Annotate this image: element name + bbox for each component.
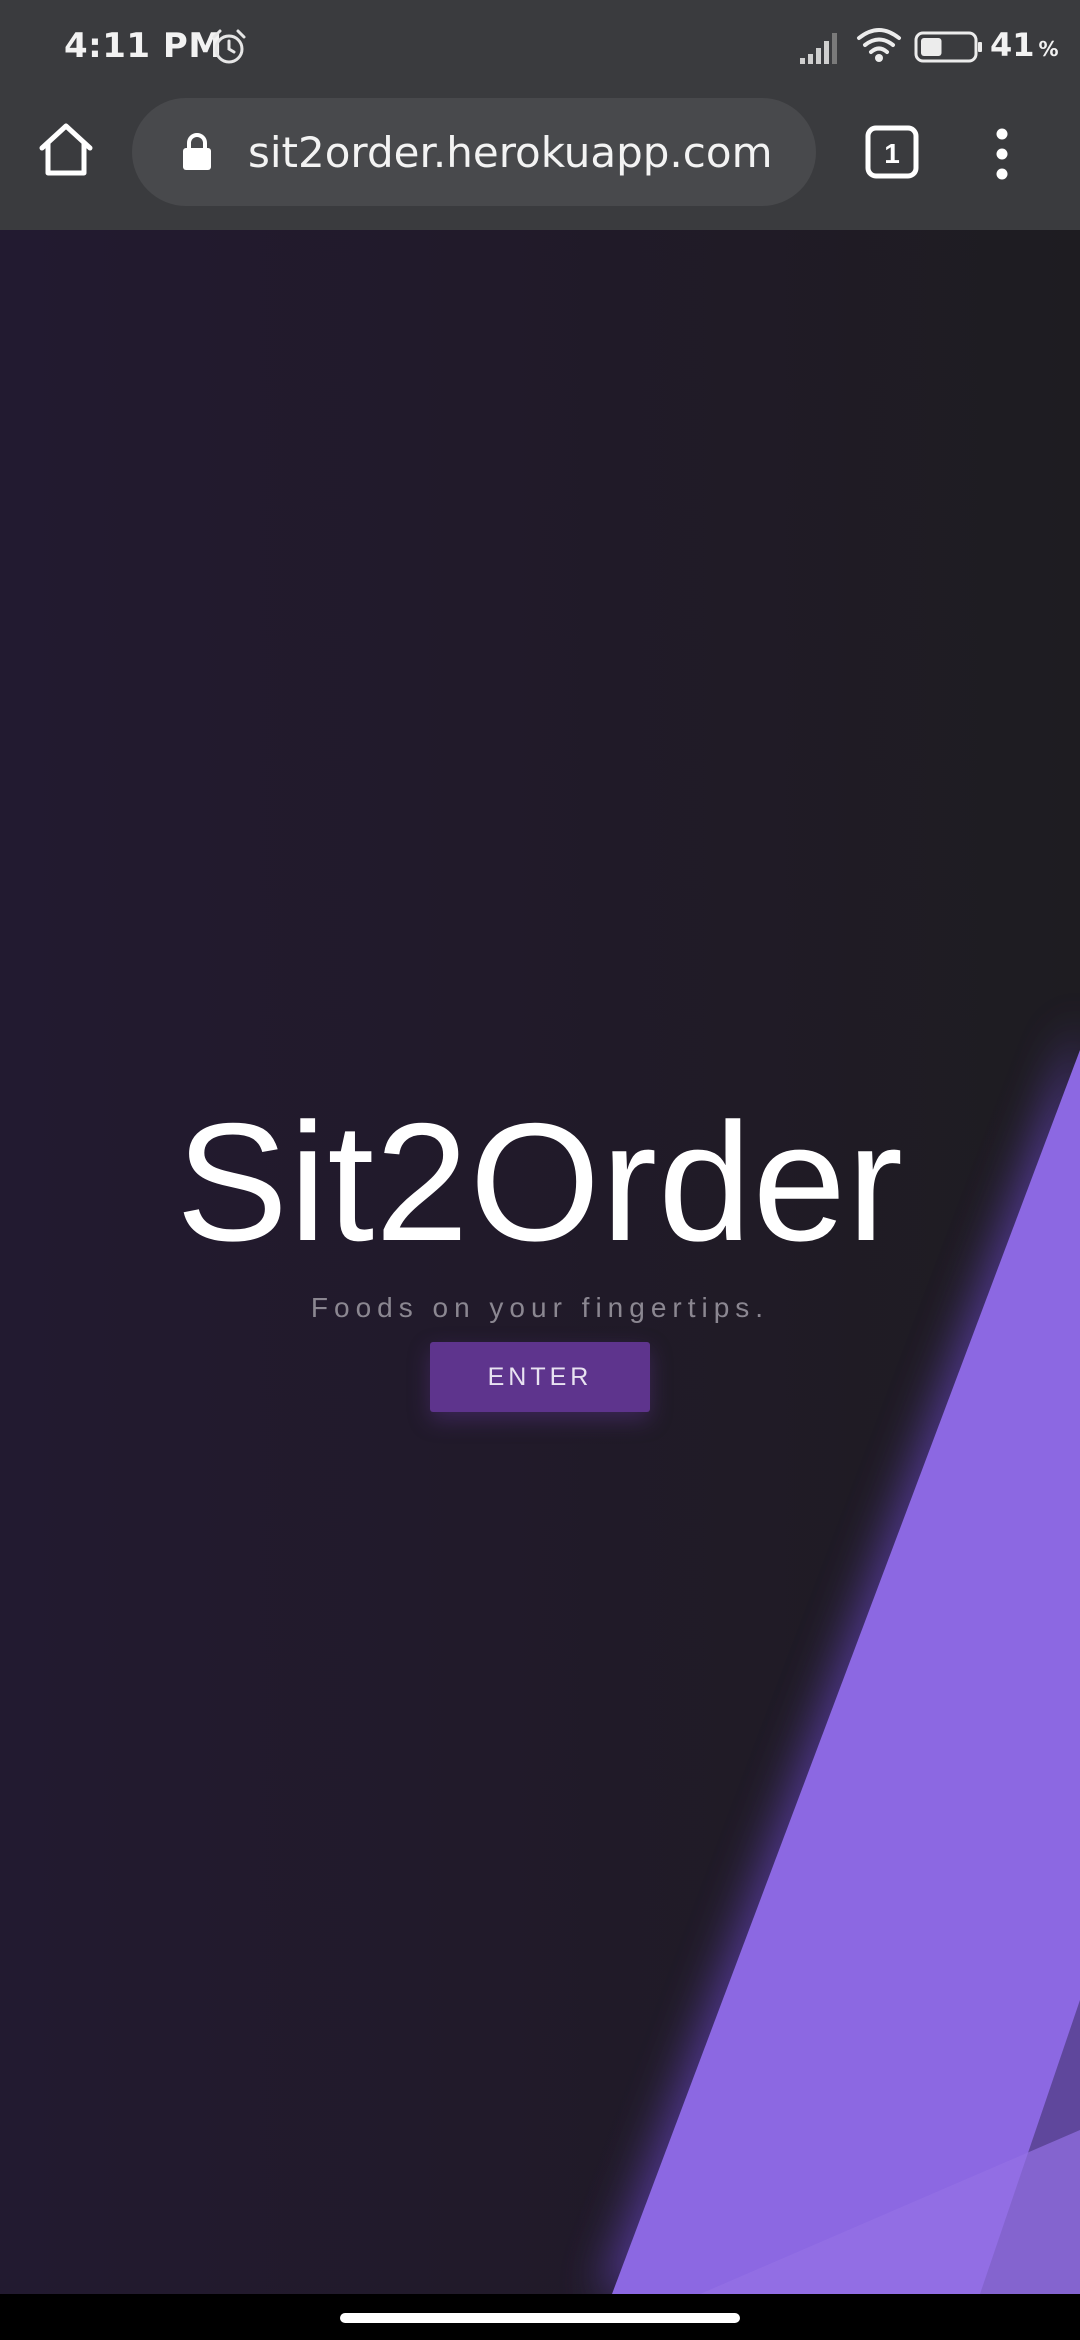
site-title: Sit2Order: [176, 1088, 904, 1276]
signal-icon: [800, 33, 837, 64]
battery-percent-value: 41: [990, 26, 1035, 64]
battery-icon: [914, 31, 982, 63]
address-bar[interactable]: sit2order.herokuapp.com: [132, 98, 816, 206]
wifi-icon: [857, 28, 901, 62]
tab-count: 1: [884, 138, 900, 169]
home-icon[interactable]: [34, 118, 98, 182]
system-nav-bar: [0, 2294, 1080, 2340]
site-tagline: Foods on your fingertips.: [310, 1292, 770, 1323]
status-bar: 4:11 PM 41%: [0, 0, 1080, 94]
url-text[interactable]: sit2order.herokuapp.com: [248, 128, 773, 177]
battery-percent-unit: %: [1038, 37, 1059, 61]
browser-toolbar: sit2order.herokuapp.com 1: [0, 94, 1080, 230]
lock-icon: [183, 133, 211, 170]
tabs-icon[interactable]: 1: [862, 122, 922, 182]
battery-percent: 41%: [990, 26, 1059, 64]
enter-button[interactable]: ENTER: [430, 1342, 650, 1412]
alarm-icon: [212, 29, 246, 64]
more-vert-icon[interactable]: [982, 122, 1022, 186]
home-indicator[interactable]: [340, 2313, 740, 2323]
hero-section: Sit2Order Foods on your fingertips. ENTE…: [0, 230, 1080, 2294]
status-time: 4:11 PM: [64, 26, 223, 66]
